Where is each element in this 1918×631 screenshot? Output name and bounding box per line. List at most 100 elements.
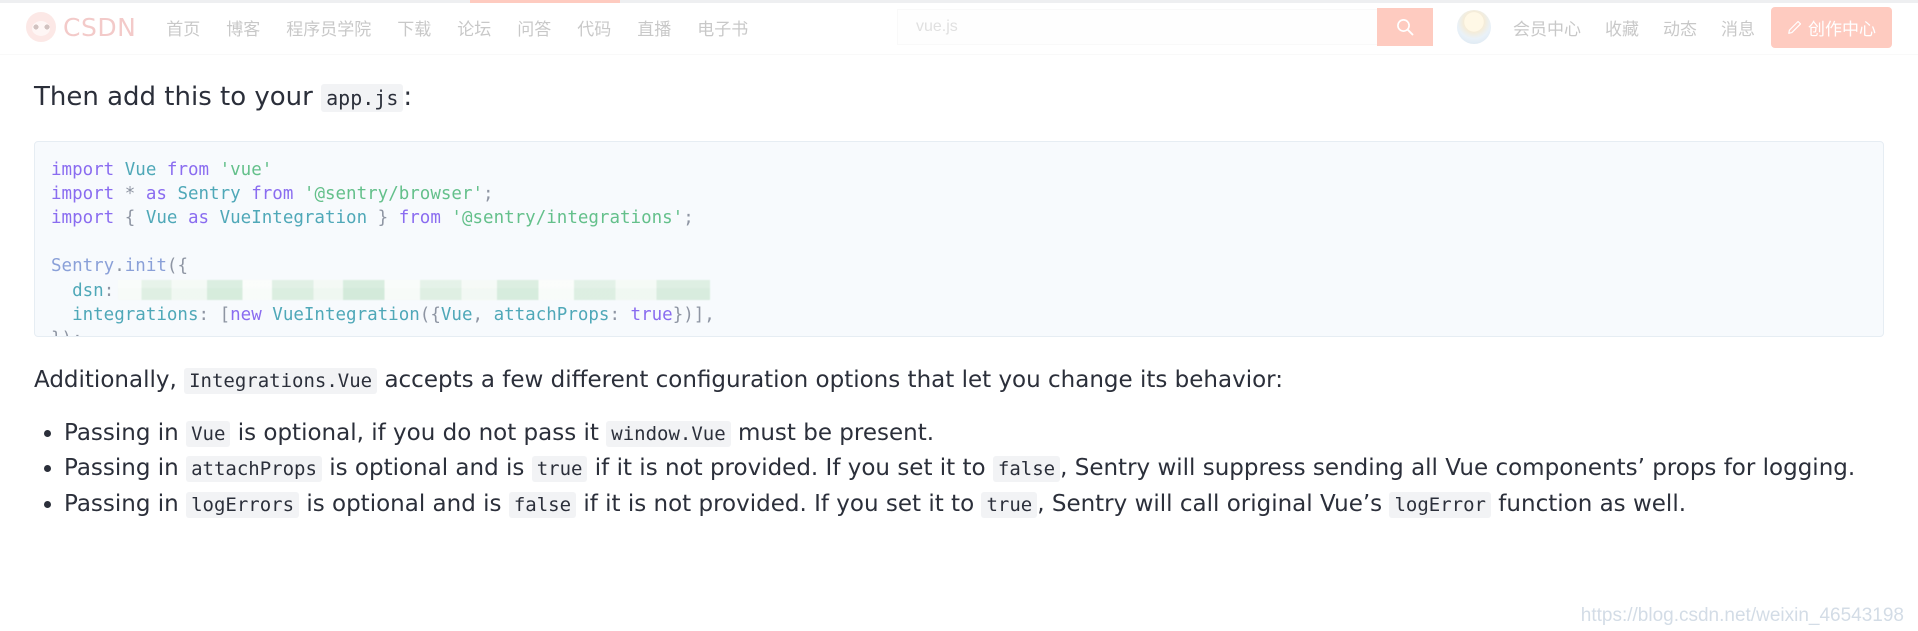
watermark: https://blog.csdn.net/weixin_46543198 bbox=[1580, 605, 1904, 626]
option-text: must be present. bbox=[730, 419, 935, 446]
lead-inline-code: app.js bbox=[321, 84, 404, 112]
code-token: from bbox=[398, 208, 452, 229]
code-lines: import Vue from 'vue' import * as Sentry … bbox=[51, 158, 1883, 336]
code-token: : bbox=[103, 280, 115, 301]
code-line: import Vue from 'vue' bbox=[51, 158, 1883, 182]
code-token: : bbox=[609, 304, 631, 325]
code-block[interactable]: import Vue from 'vue' import * as Sentry … bbox=[34, 140, 1884, 337]
code-token: integrations bbox=[51, 304, 199, 325]
nav-item-favorites[interactable]: 收藏 bbox=[1605, 15, 1639, 40]
code-token: VueIntegration bbox=[219, 208, 378, 229]
lead-paragraph: Then add this to your app.js: bbox=[34, 81, 1918, 115]
code-token: '@sentry/integrations' bbox=[451, 208, 684, 229]
header-progress-bar bbox=[470, 0, 620, 3]
user-nav: 会员中心 收藏 动态 消息 bbox=[1513, 15, 1755, 40]
article-body: Then add this to your app.js: import Vue… bbox=[0, 81, 1918, 520]
option-list-item: Passing in logErrors is optional and is … bbox=[64, 489, 1884, 520]
code-token: ({ bbox=[419, 304, 441, 325]
code-token: : [ bbox=[198, 304, 231, 325]
code-line: import { Vue as VueIntegration } from '@… bbox=[51, 206, 1883, 230]
code-token: import bbox=[51, 159, 125, 180]
code-token: ; bbox=[683, 208, 694, 229]
lead-text-before: Then add this to your bbox=[34, 82, 313, 112]
option-text: is optional and is bbox=[299, 491, 509, 517]
option-inline-code: attachProps bbox=[186, 456, 322, 483]
csdn-monkey-logo-icon bbox=[26, 12, 56, 42]
code-token: , bbox=[472, 304, 494, 325]
code-token: new bbox=[230, 304, 273, 325]
site-logo[interactable]: CSDN bbox=[26, 12, 136, 42]
code-token: import bbox=[51, 183, 125, 204]
code-token: Sentry bbox=[177, 183, 252, 204]
paragraph-text-after: accepts a few different configuration op… bbox=[384, 366, 1283, 393]
option-inline-code: false bbox=[508, 492, 577, 518]
code-line: dsn: bbox=[51, 279, 1883, 303]
nav-item-live[interactable]: 直播 bbox=[637, 15, 671, 40]
search-button[interactable] bbox=[1377, 8, 1433, 46]
search-input[interactable] bbox=[898, 18, 1377, 36]
option-inline-code: window.Vue bbox=[606, 420, 731, 447]
option-inline-code: logErrors bbox=[186, 492, 300, 518]
code-token: Vue bbox=[124, 159, 167, 180]
option-text: if it is not provided. If you set it to bbox=[576, 491, 982, 517]
code-token: }); bbox=[51, 329, 83, 336]
nav-item-academy[interactable]: 程序员学院 bbox=[286, 15, 371, 40]
code-token: from bbox=[251, 183, 304, 204]
option-inline-code: true bbox=[981, 492, 1038, 518]
code-token: })], bbox=[672, 304, 715, 325]
option-inline-code: Vue bbox=[186, 420, 231, 447]
nav-item-membership[interactable]: 会员中心 bbox=[1513, 15, 1581, 40]
option-text: Passing in bbox=[64, 455, 187, 482]
nav-item-download[interactable]: 下载 bbox=[397, 15, 431, 40]
code-token: VueIntegration bbox=[272, 304, 420, 325]
code-line: import * as Sentry from '@sentry/browser… bbox=[51, 182, 1883, 206]
code-token: Sentry bbox=[51, 256, 115, 277]
header-top-strip bbox=[0, 0, 1918, 3]
code-token: ; bbox=[483, 183, 494, 204]
code-token: dsn bbox=[51, 280, 104, 301]
create-center-button[interactable]: 创作中心 bbox=[1771, 6, 1892, 48]
nav-item-code[interactable]: 代码 bbox=[577, 15, 611, 40]
option-text: Passing in bbox=[64, 491, 187, 517]
lead-text-after: : bbox=[403, 82, 413, 112]
option-text: function as well. bbox=[1491, 491, 1687, 517]
code-line: integrations: [new VueIntegration({Vue, … bbox=[51, 303, 1883, 327]
option-text: , Sentry will suppress sending all Vue c… bbox=[1060, 455, 1856, 482]
code-token: . bbox=[114, 256, 125, 277]
option-inline-code: logError bbox=[1389, 492, 1491, 518]
options-list: Passing in Vue is optional, if you do no… bbox=[34, 418, 1884, 520]
search-icon bbox=[1397, 19, 1414, 36]
nav-item-forum[interactable]: 论坛 bbox=[457, 15, 491, 40]
code-token: attachProps bbox=[493, 304, 610, 325]
code-token: { bbox=[124, 208, 146, 229]
nav-item-messages[interactable]: 消息 bbox=[1721, 15, 1755, 40]
code-token: as bbox=[145, 183, 178, 204]
search-box[interactable] bbox=[897, 9, 1377, 45]
nav-item-blog[interactable]: 博客 bbox=[226, 15, 260, 40]
code-token: Vue bbox=[145, 208, 188, 229]
nav-item-activity[interactable]: 动态 bbox=[1663, 15, 1697, 40]
search-area bbox=[788, 8, 1433, 46]
code-token: Vue bbox=[440, 304, 473, 325]
logo-text: CSDN bbox=[63, 12, 137, 42]
option-text: Passing in bbox=[64, 419, 187, 446]
nav-item-ebook[interactable]: 电子书 bbox=[697, 15, 748, 40]
primary-nav: 首页 博客 程序员学院 下载 论坛 问答 代码 直播 电子书 bbox=[166, 15, 748, 40]
page-root: CSDN 首页 博客 程序员学院 下载 论坛 问答 代码 直播 电子书 vue.… bbox=[0, 0, 1918, 631]
avatar[interactable] bbox=[1457, 10, 1491, 44]
code-line: }); bbox=[51, 327, 1883, 336]
nav-item-home[interactable]: 首页 bbox=[166, 15, 200, 40]
code-token: * bbox=[124, 183, 146, 204]
code-line: Sentry.init({ bbox=[51, 254, 1883, 278]
additionally-paragraph: Additionally, Integrations.Vue accepts a… bbox=[34, 365, 1884, 396]
option-list-item: Passing in Vue is optional, if you do no… bbox=[64, 418, 1884, 449]
code-token: 'vue' bbox=[219, 159, 273, 180]
redacted-dsn-value bbox=[118, 279, 711, 300]
code-token: init bbox=[124, 256, 167, 277]
option-text: is optional, if you do not pass it bbox=[230, 419, 607, 446]
code-token: from bbox=[166, 159, 220, 180]
code-token: true bbox=[630, 304, 673, 325]
nav-item-qa[interactable]: 问答 bbox=[517, 15, 551, 40]
code-token: ({ bbox=[166, 256, 188, 277]
site-header: CSDN 首页 博客 程序员学院 下载 论坛 问答 代码 直播 电子书 vue.… bbox=[0, 0, 1918, 55]
